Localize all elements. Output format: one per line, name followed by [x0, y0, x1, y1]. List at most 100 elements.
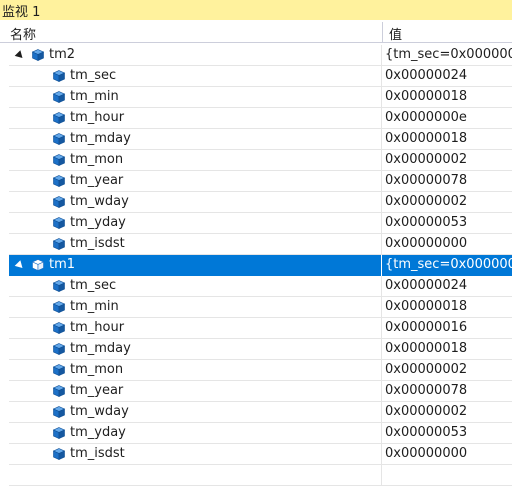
watch-member-row[interactable]: tm_hour 0x0000000e: [9, 108, 512, 129]
watch-member-row[interactable]: tm_hour 0x00000016: [9, 318, 512, 339]
watch-row-name: tm_min: [70, 89, 119, 104]
row-column-divider: [381, 129, 382, 150]
watch-row-value[interactable]: 0x00000002: [385, 194, 512, 209]
watch-row-name: tm_sec: [70, 278, 117, 293]
watch-object-row[interactable]: tm2 {tm_sec=0x00000024: [9, 45, 512, 66]
watch-object-row[interactable]: tm1 {tm_sec=0x00000024: [9, 255, 512, 276]
watch-row-value[interactable]: 0x00000078: [385, 173, 512, 188]
watch-member-row[interactable]: tm_year 0x00000078: [9, 381, 512, 402]
row-column-divider: [381, 66, 382, 87]
watch-row-value[interactable]: 0x00000018: [385, 131, 512, 146]
row-column-divider: [381, 276, 382, 297]
watch-row-name: tm_isdst: [70, 446, 125, 461]
row-column-divider: [381, 360, 382, 381]
watch-row-name: tm_mday: [70, 341, 131, 356]
field-cube-icon: [52, 196, 66, 208]
watch-member-row[interactable]: tm_isdst 0x00000000: [9, 234, 512, 255]
watch-row-value[interactable]: 0x00000000: [385, 446, 512, 461]
name-column-header[interactable]: 名称: [10, 24, 36, 43]
watch-row-value[interactable]: 0x00000002: [385, 404, 512, 419]
watch-member-row[interactable]: tm_wday 0x00000002: [9, 402, 512, 423]
row-column-divider: [381, 444, 382, 465]
field-cube-icon: [52, 343, 66, 355]
watch-member-row[interactable]: tm_min 0x00000018: [9, 87, 512, 108]
column-header: 名称 值: [0, 22, 512, 43]
watch-row-name: tm_hour: [70, 320, 125, 335]
field-cube-icon: [52, 364, 66, 376]
watch-member-row[interactable]: tm_mon 0x00000002: [9, 150, 512, 171]
watch-member-row[interactable]: tm_mday 0x00000018: [9, 339, 512, 360]
watch-member-row[interactable]: tm_wday 0x00000002: [9, 192, 512, 213]
row-column-divider: [381, 213, 382, 234]
row-column-divider: [381, 255, 382, 276]
row-column-divider: [381, 318, 382, 339]
watch-row-name: tm_yday: [70, 215, 126, 230]
row-column-divider: [381, 381, 382, 402]
row-column-divider: [381, 234, 382, 255]
watch-row-value[interactable]: 0x00000016: [385, 320, 512, 335]
watch-row-value[interactable]: 0x00000018: [385, 341, 512, 356]
value-column-header[interactable]: 值: [389, 24, 402, 43]
watch-row-name: tm_hour: [70, 110, 125, 125]
field-cube-icon: [52, 175, 66, 187]
field-cube-icon: [52, 448, 66, 460]
field-cube-icon: [52, 301, 66, 313]
watch-row-value[interactable]: 0x00000018: [385, 299, 512, 314]
row-column-divider: [381, 192, 382, 213]
field-cube-icon: [52, 238, 66, 250]
watch-member-row[interactable]: tm_min 0x00000018: [9, 297, 512, 318]
field-cube-icon: [52, 280, 66, 292]
watch-member-row[interactable]: tm_yday 0x00000053: [9, 423, 512, 444]
watch-row-value[interactable]: 0x00000053: [385, 215, 512, 230]
watch-row-value[interactable]: 0x00000078: [385, 383, 512, 398]
watch-row-value[interactable]: {tm_sec=0x00000024: [385, 47, 512, 62]
field-cube-icon: [52, 427, 66, 439]
watch-row-value[interactable]: 0x00000053: [385, 425, 512, 440]
row-column-divider: [381, 171, 382, 192]
row-column-divider: [381, 150, 382, 171]
watch-row-name: tm_sec: [70, 68, 117, 83]
row-column-divider: [381, 465, 382, 486]
watch-window-title: 监视 1: [0, 0, 512, 20]
field-cube-icon: [52, 112, 66, 124]
field-cube-icon: [52, 154, 66, 166]
expand-triangle-icon[interactable]: [14, 50, 26, 61]
field-cube-icon: [52, 133, 66, 145]
watch-row-value[interactable]: 0x00000002: [385, 362, 512, 377]
watch-row-name: tm_mday: [70, 131, 131, 146]
watch-row-name: tm_mon: [70, 152, 124, 167]
watch-row-value[interactable]: 0x00000024: [385, 68, 512, 83]
field-cube-icon: [52, 217, 66, 229]
cube-icon: [31, 49, 45, 61]
watch-row-name: tm_wday: [70, 404, 129, 419]
watch-member-row[interactable]: tm_sec 0x00000024: [9, 276, 512, 297]
watch-row-name: tm_mon: [70, 362, 124, 377]
watch-row-name: tm_yday: [70, 425, 126, 440]
watch-member-row[interactable]: tm_year 0x00000078: [9, 171, 512, 192]
row-column-divider: [381, 297, 382, 318]
watch-row-name: tm_year: [70, 383, 124, 398]
empty-watch-row[interactable]: [9, 465, 512, 486]
watch-row-value[interactable]: 0x00000002: [385, 152, 512, 167]
field-cube-icon: [52, 385, 66, 397]
watch-row-name: tm2: [49, 47, 76, 62]
watch-member-row[interactable]: tm_sec 0x00000024: [9, 66, 512, 87]
watch-row-value[interactable]: {tm_sec=0x00000024: [385, 257, 512, 272]
field-cube-icon: [52, 70, 66, 82]
watch-member-row[interactable]: tm_yday 0x00000053: [9, 213, 512, 234]
watch-row-value[interactable]: 0x0000000e: [385, 110, 512, 125]
watch-row-value[interactable]: 0x00000018: [385, 89, 512, 104]
watch-row-value[interactable]: 0x00000024: [385, 278, 512, 293]
cube-icon: [31, 259, 45, 271]
watch-member-row[interactable]: tm_isdst 0x00000000: [9, 444, 512, 465]
field-cube-icon: [52, 406, 66, 418]
watch-row-name: tm_min: [70, 299, 119, 314]
column-divider[interactable]: [382, 22, 383, 43]
watch-row-name: tm1: [49, 257, 76, 272]
watch-member-row[interactable]: tm_mon 0x00000002: [9, 360, 512, 381]
watch-member-row[interactable]: tm_mday 0x00000018: [9, 129, 512, 150]
watch-row-value[interactable]: 0x00000000: [385, 236, 512, 251]
expand-triangle-icon[interactable]: [14, 260, 26, 271]
watch-rows: tm2 {tm_sec=0x00000024 tm_sec 0x00000024 t…: [0, 45, 512, 486]
row-column-divider: [381, 108, 382, 129]
